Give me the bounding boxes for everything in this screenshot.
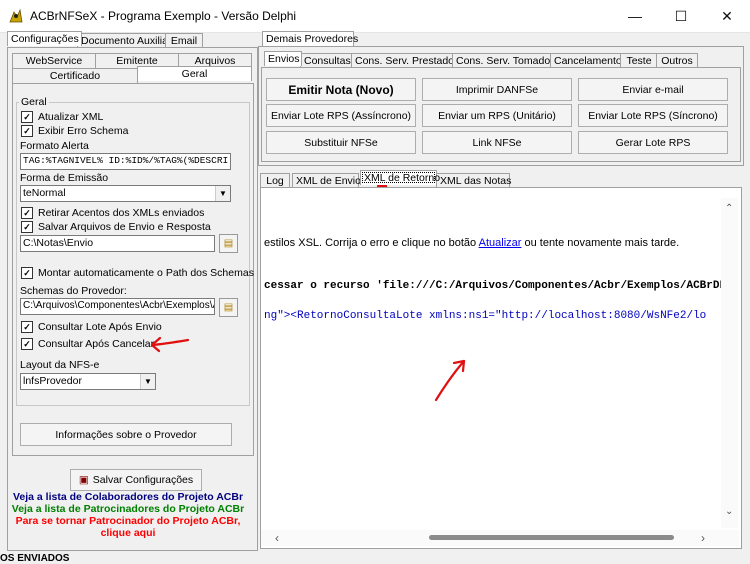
tab-xml-retorno[interactable]: XML de Retorno [360,170,440,185]
patrocinadores-link[interactable]: Veja a lista de Patrocinadores do Projet… [0,503,256,515]
enviar-lote-assincrono-button[interactable]: Enviar Lote RPS (Assíncrono) [266,104,416,127]
exibir-erro-schema-checkbox[interactable]: ✓ Exibir Erro Schema [21,125,128,137]
patrocinador-link-line2[interactable]: clique aqui [0,527,256,539]
colaboradores-link[interactable]: Veja a lista de Colaboradores do Projeto… [0,491,256,503]
tab-certificado[interactable]: Certificado [12,68,138,83]
layout-nfse-select[interactable]: lnfsProvedor ▼ [20,373,156,390]
browse-folder-button[interactable]: ▤ [219,234,238,253]
close-button[interactable]: ✕ [704,0,750,32]
chevron-left-icon[interactable]: ‹ [275,531,279,545]
check-icon: ✓ [21,207,33,219]
schemas-label: Schemas do Provedor: [20,285,127,297]
minimize-button[interactable]: — [612,0,658,32]
chevron-up-icon[interactable]: ⌃ [725,203,733,214]
tab-email[interactable]: Email [165,33,203,48]
check-icon: ✓ [21,221,33,233]
tab-consultas[interactable]: Consultas [300,53,353,68]
formato-alerta-input[interactable]: TAG:%TAGNIVEL% ID:%ID%/%TAG%(%DESCRI [20,153,231,170]
tab-outros[interactable]: Outros [656,53,698,68]
window-title: ACBrNFSeX - Programa Exemplo - Versão De… [30,9,297,23]
red-arrow-annotation [434,359,466,402]
chevron-down-icon: ▼ [140,374,155,389]
tab-envios[interactable]: Envios [264,51,302,66]
gerar-lote-rps-button[interactable]: Gerar Lote RPS [578,131,728,154]
layout-nfse-label: Layout da NFS-e [20,359,100,371]
enviar-um-rps-button[interactable]: Enviar um RPS (Unitário) [422,104,572,127]
folder-icon: ▤ [223,302,234,313]
enviar-lote-sincrono-button[interactable]: Enviar Lote RPS (Síncrono) [578,104,728,127]
maximize-icon: ☐ [674,7,688,24]
forma-emissao-label: Forma de Emissão [20,172,109,184]
consultar-cancelar-checkbox[interactable]: ✓ Consultar Após Cancelar [21,338,154,350]
tab-teste[interactable]: Teste [620,53,658,68]
tab-cancelamento[interactable]: Cancelamento [550,53,622,68]
patrocinador-link-line1[interactable]: Para se tornar Patrocinador do Projeto A… [0,515,256,527]
status-text: OS ENVIADOS [0,553,70,564]
folder-icon: ▤ [223,238,234,249]
tab-xml-envio[interactable]: XML de Envio [292,173,361,188]
link-nfse-button[interactable]: Link NFSe [422,131,572,154]
retirar-acentos-checkbox[interactable]: ✓ Retirar Acentos dos XMLs enviados [21,207,204,219]
chevron-right-icon[interactable]: › [701,531,705,545]
formato-alerta-label: Formato Alerta [20,140,89,152]
montar-path-checkbox[interactable]: ✓ Montar automaticamente o Path dos Schem… [21,267,254,279]
consultar-lote-checkbox[interactable]: ✓ Consultar Lote Após Envio [21,321,162,333]
tab-demais-provedores[interactable]: Demais Provedores [262,31,358,46]
chevron-down-icon: ▼ [215,186,230,201]
vertical-scrollbar[interactable]: ⌃ ⌄ [721,198,738,528]
info-provedor-button[interactable]: Informações sobre o Provedor [20,423,232,446]
maximize-button[interactable]: ☐ [658,0,704,32]
xml-content-line: ng"><RetornoConsultaLote xmlns:ns1="http… [264,310,707,322]
schemas-path-input[interactable]: C:\Arquivos\Componentes\Acbr\Exemplos\AC… [20,298,215,315]
tab-log[interactable]: Log [260,173,290,188]
atualizar-xml-checkbox[interactable]: ✓ Atualizar XML [21,111,103,123]
enviar-email-button[interactable]: Enviar e-mail [578,78,728,101]
imprimir-danfse-button[interactable]: Imprimir DANFSe [422,78,572,101]
access-error-line: cessar o recurso 'file:///C:/Arquivos/Co… [264,280,722,292]
geral-group-label: Geral [19,96,49,108]
chevron-down-icon[interactable]: ⌄ [725,506,733,517]
emitir-nota-button[interactable]: Emitir Nota (Novo) [266,78,416,101]
forma-emissao-select[interactable]: teNormal ▼ [20,185,231,202]
check-icon: ✓ [21,125,33,137]
minimize-icon: — [628,8,642,24]
atualizar-link[interactable]: Atualizar [479,237,522,249]
title-bar: ACBrNFSeX - Programa Exemplo - Versão De… [0,0,750,33]
check-icon: ✓ [21,267,33,279]
tab-cons-serv-prestados[interactable]: Cons. Serv. Prestados [351,53,459,68]
save-icon: ▣ [78,474,89,486]
tab-cons-serv-tomados[interactable]: Cons. Serv. Tomados [452,53,555,68]
check-icon: ✓ [21,338,33,350]
envio-path-input[interactable]: C:\Notas\Envio [20,235,215,252]
salvar-configuracoes-button[interactable]: ▣ Salvar Configurações [70,469,202,491]
tab-configuracoes[interactable]: Configurações [7,31,82,46]
red-arrow-annotation [150,336,190,353]
check-icon: ✓ [21,321,33,333]
xsl-error-message: estilos XSL. Corrija o erro e clique no … [264,237,680,249]
browse-schemas-button[interactable]: ▤ [219,298,238,317]
horizontal-scroll-thumb[interactable] [429,535,674,540]
horizontal-scrollbar[interactable]: ‹ › [261,530,739,546]
tab-xml-notas[interactable]: XML das Notas [436,173,511,188]
check-icon: ✓ [21,111,33,123]
tab-geral[interactable]: Geral [137,66,252,81]
tab-webservice[interactable]: WebService [12,53,96,68]
delphi-app-icon [9,8,23,23]
tab-documento-auxiliar[interactable]: Documento Auxiliar [77,33,171,48]
close-icon: ✕ [721,7,733,24]
salvar-arquivos-checkbox[interactable]: ✓ Salvar Arquivos de Envio e Resposta [21,221,211,233]
substituir-nfse-button[interactable]: Substituir NFSe [266,131,416,154]
